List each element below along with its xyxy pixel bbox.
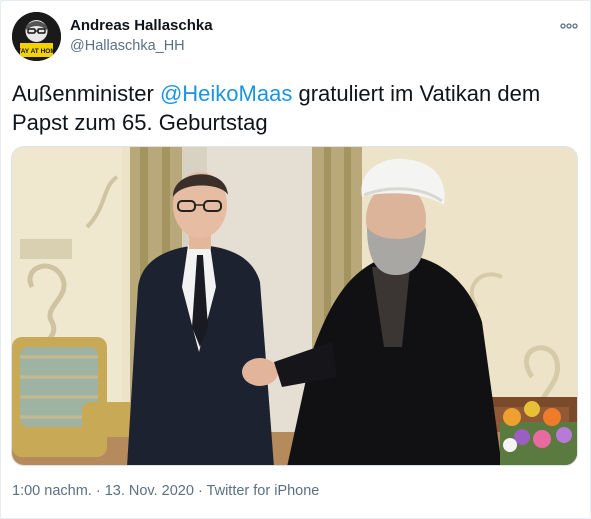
meta-separator: ·: [91, 483, 105, 499]
tweet-time[interactable]: 1:00 nachm.: [12, 483, 92, 499]
avatar-image: STAY AT HOME: [12, 12, 61, 61]
photo-illustration: [12, 147, 577, 465]
more-horizontal-icon: [560, 23, 578, 29]
meta-separator: ·: [193, 483, 207, 499]
tweet-source[interactable]: Twitter for iPhone: [207, 483, 320, 499]
author-name[interactable]: Andreas Hallaschka: [70, 17, 213, 34]
author-handle[interactable]: @Hallaschka_HH: [70, 38, 185, 54]
avatar-text: STAY AT HOME: [13, 48, 61, 55]
tweet-card: STAY AT HOME Andreas Hallaschka @Hallasc…: [0, 0, 591, 519]
tweet-photo[interactable]: [11, 146, 578, 466]
avatar[interactable]: STAY AT HOME: [12, 12, 61, 61]
tweet-text: Außenminister @HeikoMaas gratuliert im V…: [12, 79, 582, 137]
tweet-text-before: Außenminister: [12, 81, 160, 106]
tweet-meta: 1:00 nachm. · 13. Nov. 2020 · Twitter fo…: [12, 483, 319, 499]
mention-link[interactable]: @HeikoMaas: [160, 81, 292, 106]
tweet-date[interactable]: 13. Nov. 2020: [105, 483, 194, 499]
more-button[interactable]: [556, 15, 582, 37]
